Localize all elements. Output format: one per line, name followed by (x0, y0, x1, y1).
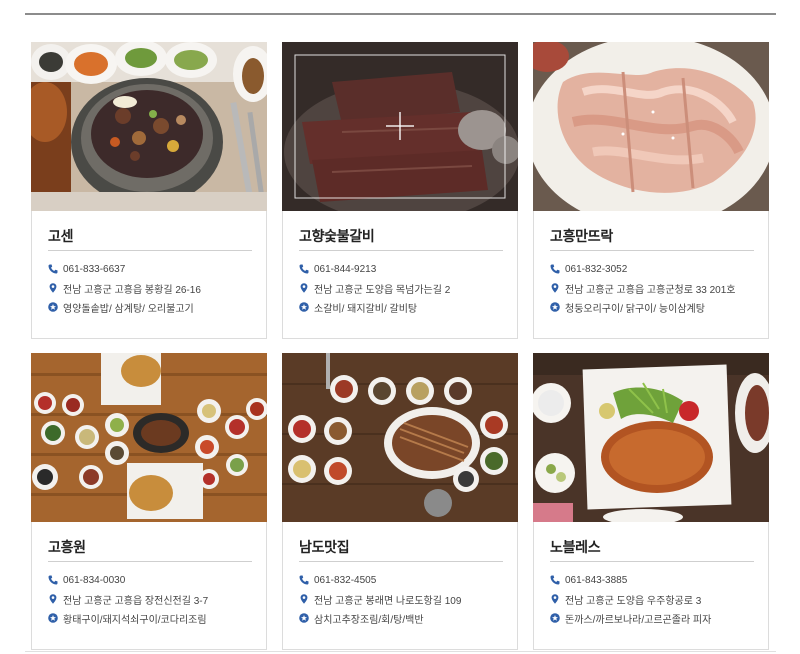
star-badge-icon (48, 302, 58, 312)
star-badge-icon (299, 302, 309, 312)
menu-text: 돈까스/까르보나라/고르곤졸라 피자 (565, 614, 712, 626)
raw-duck-meat-image (533, 42, 769, 211)
card-divider (550, 561, 754, 562)
restaurant-card[interactable]: 고향숯불갈비 061-844-9213 전남 고흥군 도양읍 목넘가는길 2 소… (282, 42, 518, 339)
address-row: 전남 고흥군 도양읍 우주항공로 3 (550, 591, 762, 607)
korean-table-spread-image (31, 353, 267, 522)
menu-text: 황태구이/돼지석쇠구이/코다리조림 (63, 614, 207, 626)
address-text: 전남 고흥군 고흥읍 고흥군청로 33 201호 (565, 284, 736, 296)
address-text: 전남 고흥군 도양읍 목넘가는길 2 (314, 284, 451, 296)
map-pin-icon (550, 594, 560, 604)
address-text: 전남 고흥군 도양읍 우주항공로 3 (565, 595, 702, 607)
star-badge-icon (550, 302, 560, 312)
phone-row: 061-844-9213 (299, 261, 511, 277)
restaurant-card[interactable]: 노블레스 061-843-3885 전남 고흥군 도양읍 우주항공로 3 돈까스… (533, 353, 769, 650)
phone-icon (550, 264, 560, 274)
menu-text: 소갈비/ 돼지갈비/ 갈비탕 (314, 303, 418, 315)
restaurant-name[interactable]: 노블레스 (550, 537, 601, 557)
star-badge-icon (299, 613, 309, 623)
card-divider (299, 250, 503, 251)
menu-row: 청둥오리구이/ 닭구이/ 능이삼계탕 (550, 299, 762, 315)
phone-number[interactable]: 061-843-3885 (565, 575, 627, 586)
menu-text: 영양돌솥밥/ 삼계탕/ 오리불고기 (63, 303, 194, 315)
phone-number[interactable]: 061-834-0030 (63, 575, 125, 586)
menu-row: 황태구이/돼지석쇠구이/코다리조림 (48, 610, 260, 626)
address-row: 전남 고흥군 고흥읍 장전신전길 3-7 (48, 591, 260, 607)
address-text: 전남 고흥군 고흥읍 장전신전길 3-7 (63, 595, 209, 607)
map-pin-icon (550, 283, 560, 293)
pork-cutlet-plate-image (533, 353, 769, 522)
address-text: 전남 고흥군 봉래면 나로도항길 109 (314, 595, 462, 607)
map-pin-icon (48, 283, 58, 293)
star-badge-icon (48, 613, 58, 623)
phone-row: 061-832-3052 (550, 261, 762, 277)
phone-number[interactable]: 061-832-3052 (565, 264, 627, 275)
restaurant-name[interactable]: 고향숯불갈비 (299, 226, 375, 246)
restaurant-name[interactable]: 고센 (48, 226, 73, 246)
menu-row: 삼치고추장조림/회/탕/백반 (299, 610, 511, 626)
menu-row: 소갈비/ 돼지갈비/ 갈비탕 (299, 299, 511, 315)
address-row: 전남 고흥군 고흥읍 고흥군청로 33 201호 (550, 280, 762, 296)
top-divider (25, 13, 776, 15)
stone-pot-rice-image (31, 42, 267, 211)
korean-table-spread-photo[interactable] (31, 353, 267, 522)
address-text: 전남 고흥군 고흥읍 봉황길 26-16 (63, 284, 201, 296)
raw-duck-meat-photo[interactable] (533, 42, 769, 211)
restaurant-name[interactable]: 남도맛집 (299, 537, 350, 557)
restaurant-card[interactable]: 고센 061-833-6637 전남 고흥군 고흥읍 봉황길 26-16 영양돌… (31, 42, 267, 339)
phone-icon (550, 575, 560, 585)
card-divider (48, 561, 252, 562)
phone-icon (299, 264, 309, 274)
card-divider (48, 250, 252, 251)
phone-row: 061-843-3885 (550, 572, 762, 588)
address-row: 전남 고흥군 고흥읍 봉황길 26-16 (48, 280, 260, 296)
card-divider (550, 250, 754, 251)
map-pin-icon (48, 594, 58, 604)
map-pin-icon (299, 594, 309, 604)
phone-icon (48, 575, 58, 585)
star-badge-icon (550, 613, 560, 623)
phone-row: 061-832-4505 (299, 572, 511, 588)
phone-row: 061-833-6637 (48, 261, 260, 277)
restaurant-name[interactable]: 고흥원 (48, 537, 86, 557)
restaurant-card[interactable]: 고흥원 061-834-0030 전남 고흥군 고흥읍 장전신전길 3-7 황태… (31, 353, 267, 650)
map-pin-icon (299, 283, 309, 293)
raw-beef-ribs-photo[interactable] (282, 42, 518, 211)
phone-number[interactable]: 061-833-6637 (63, 264, 125, 275)
grilled-eel-table-image (282, 353, 518, 522)
grilled-eel-table-photo[interactable] (282, 353, 518, 522)
phone-number[interactable]: 061-832-4505 (314, 575, 376, 586)
pork-cutlet-plate-photo[interactable] (533, 353, 769, 522)
phone-number[interactable]: 061-844-9213 (314, 264, 376, 275)
card-divider (299, 561, 503, 562)
menu-row: 돈까스/까르보나라/고르곤졸라 피자 (550, 610, 762, 626)
menu-text: 청둥오리구이/ 닭구이/ 능이삼계탕 (565, 303, 705, 315)
stone-pot-rice-photo[interactable] (31, 42, 267, 211)
restaurant-name[interactable]: 고흥만뜨락 (550, 226, 613, 246)
restaurant-card[interactable]: 남도맛집 061-832-4505 전남 고흥군 봉래면 나로도항길 109 삼… (282, 353, 518, 650)
phone-row: 061-834-0030 (48, 572, 260, 588)
restaurant-card[interactable]: 고흥만뜨락 061-832-3052 전남 고흥군 고흥읍 고흥군청로 33 2… (533, 42, 769, 339)
phone-icon (48, 264, 58, 274)
phone-icon (299, 575, 309, 585)
address-row: 전남 고흥군 봉래면 나로도항길 109 (299, 591, 511, 607)
address-row: 전남 고흥군 도양읍 목넘가는길 2 (299, 280, 511, 296)
bottom-divider (25, 651, 776, 652)
menu-text: 삼치고추장조림/회/탕/백반 (314, 614, 424, 626)
raw-beef-ribs-image (282, 42, 518, 211)
menu-row: 영양돌솥밥/ 삼계탕/ 오리불고기 (48, 299, 260, 315)
